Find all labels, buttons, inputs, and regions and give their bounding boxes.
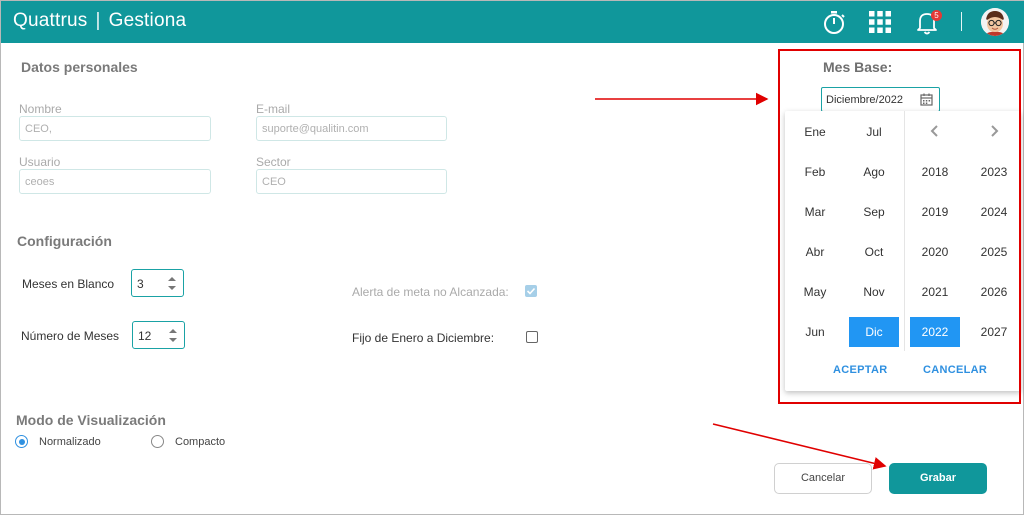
usuario-label: Usuario — [19, 155, 61, 169]
stopwatch-icon[interactable] — [819, 7, 849, 37]
fijo-checkbox[interactable] — [526, 331, 538, 343]
alerta-label: Alerta de meta no Alcanzada: — [352, 285, 509, 299]
top-bar: Quattrus | Gestiona 5 — [1, 1, 1024, 43]
section-title-view: Modo de Visualización — [16, 412, 166, 428]
radio-normalizado-label: Normalizado — [39, 436, 101, 448]
alerta-checkbox[interactable] — [525, 285, 537, 297]
brand-product: Gestiona — [108, 10, 187, 31]
checkmark-icon — [526, 287, 536, 295]
annotation-highlight-box — [778, 49, 1021, 404]
topbar-divider — [961, 12, 962, 31]
brand-logo[interactable]: Quattrus | Gestiona — [13, 10, 186, 32]
section-title-personal: Datos personales — [21, 59, 138, 75]
save-button[interactable]: Grabar — [889, 463, 987, 494]
app-window: Quattrus | Gestiona 5 Datos personales N… — [0, 0, 1024, 515]
meses-blanco-stepper[interactable]: 3 — [131, 269, 184, 297]
email-field[interactable]: suporte@qualitin.com — [256, 116, 447, 141]
cancel-button[interactable]: Cancelar — [774, 463, 872, 494]
email-label: E-mail — [256, 102, 291, 116]
numero-meses-value: 12 — [138, 329, 152, 343]
sector-field[interactable]: CEO — [256, 169, 447, 194]
meses-blanco-label: Meses en Blanco — [22, 277, 115, 291]
numero-meses-label: Número de Meses — [21, 329, 120, 343]
nombre-field[interactable]: CEO, — [19, 116, 211, 141]
stepper-arrows-icon[interactable] — [168, 327, 178, 344]
radio-compacto-label: Compacto — [175, 436, 226, 448]
stepper-arrows-icon[interactable] — [167, 275, 177, 292]
radio-normalizado[interactable] — [15, 435, 28, 448]
usuario-field[interactable]: ceoes — [19, 169, 211, 194]
sector-label: Sector — [256, 155, 291, 169]
annotation-arrow-save — [712, 423, 887, 470]
avatar-face-icon — [981, 8, 1009, 36]
radio-compacto[interactable] — [151, 435, 164, 448]
fijo-label: Fijo de Enero a Diciembre: — [352, 331, 495, 345]
apps-grid-icon[interactable] — [865, 7, 895, 37]
numero-meses-stepper[interactable]: 12 — [132, 321, 185, 349]
notification-badge: 5 — [931, 10, 942, 21]
brand-name: Quattrus — [13, 10, 88, 31]
section-title-config: Configuración — [17, 233, 112, 249]
nombre-label: Nombre — [19, 102, 62, 116]
meses-blanco-value: 3 — [137, 277, 144, 291]
avatar[interactable] — [981, 8, 1009, 36]
brand-separator: | — [95, 10, 101, 31]
